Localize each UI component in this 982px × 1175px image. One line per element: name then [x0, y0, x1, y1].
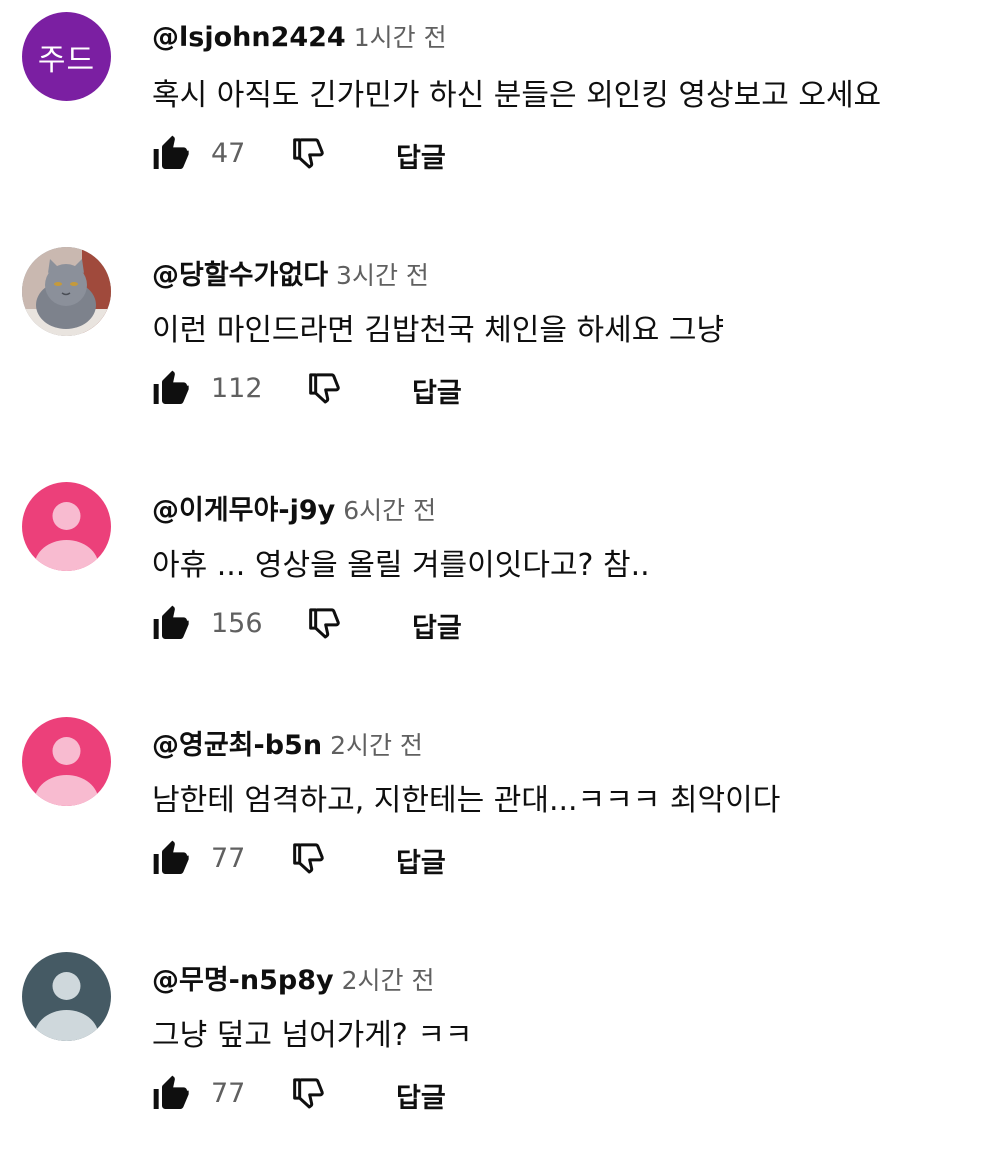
timestamp[interactable]: 2시간 전: [342, 961, 435, 997]
thumbs-down-icon: [293, 843, 324, 874]
reply-button[interactable]: 답글: [396, 136, 446, 175]
thumbs-down-icon: [293, 138, 324, 169]
dislike-button[interactable]: [304, 604, 344, 644]
author-name[interactable]: @무명-n5p8y: [152, 958, 334, 997]
comment: @영균최-b5n 2시간 전 남한테 엄격하고, 지한테는 관대...ㅋㅋㅋ 최…: [0, 705, 982, 940]
timestamp[interactable]: 6시간 전: [343, 491, 436, 527]
like-button[interactable]: [152, 839, 192, 879]
comment: 주드 @lsjohn2424 1시간 전 혹시 아직도 긴가민가 하신 분들은 …: [0, 0, 982, 235]
avatar[interactable]: [22, 952, 111, 1041]
comment-text: 그냥 덮고 넘어가게? ㅋㅋ: [152, 1018, 473, 1053]
reply-button[interactable]: 답글: [412, 371, 462, 410]
dislike-button[interactable]: [288, 134, 328, 174]
avatar[interactable]: [22, 717, 111, 806]
reply-button[interactable]: 답글: [412, 606, 462, 645]
dislike-button[interactable]: [288, 1074, 328, 1114]
timestamp[interactable]: 3시간 전: [336, 256, 429, 292]
timestamp[interactable]: 1시간 전: [354, 18, 447, 54]
thumbs-up-icon: [153, 1075, 189, 1109]
comment-header: @당할수가없다 3시간 전: [152, 253, 429, 293]
author-name[interactable]: @이게무야-j9y: [152, 488, 335, 527]
thumbs-down-icon: [309, 373, 340, 404]
comment: @무명-n5p8y 2시간 전 그냥 덮고 넘어가게? ㅋㅋ 77 답글: [0, 940, 982, 1175]
thumbs-up-icon: [153, 605, 189, 639]
comment-text: 혹시 아직도 긴가민가 하신 분들은 외인킹 영상보고 오세요: [152, 78, 882, 113]
thumbs-up-icon: [153, 135, 189, 169]
comment-header: @무명-n5p8y 2시간 전: [152, 958, 434, 998]
default-user-icon: [34, 737, 99, 806]
comment: @당할수가없다 3시간 전 이런 마인드라면 김밥천국 체인을 하세요 그냥 1…: [0, 235, 982, 470]
thumbs-down-icon: [293, 1078, 324, 1109]
like-count: 47: [211, 138, 246, 169]
dislike-button[interactable]: [304, 369, 344, 409]
comment-header: @lsjohn2424 1시간 전: [152, 18, 447, 58]
thumbs-down-icon: [309, 608, 340, 639]
dislike-button[interactable]: [288, 839, 328, 879]
like-button[interactable]: [152, 369, 192, 409]
comment-header: @이게무야-j9y 6시간 전: [152, 488, 436, 528]
like-count: 77: [211, 843, 246, 874]
like-button[interactable]: [152, 604, 192, 644]
comment-text: 남한테 엄격하고, 지한테는 관대...ㅋㅋㅋ 최악이다: [152, 783, 781, 818]
author-name[interactable]: @lsjohn2424: [152, 22, 346, 53]
comment-text: 이런 마인드라면 김밥천국 체인을 하세요 그냥: [152, 313, 725, 348]
comment-header: @영균최-b5n 2시간 전: [152, 723, 423, 763]
comment: @이게무야-j9y 6시간 전 아휴 ... 영상을 올릴 겨를이잇다고? 참.…: [0, 470, 982, 705]
like-count: 156: [211, 608, 263, 639]
thumbs-up-icon: [153, 370, 189, 404]
default-user-icon: [34, 502, 99, 571]
comment-text: 아휴 ... 영상을 올릴 겨를이잇다고? 참..: [152, 548, 650, 583]
like-count: 112: [211, 373, 263, 404]
reply-button[interactable]: 답글: [396, 841, 446, 880]
thumbs-up-icon: [153, 840, 189, 874]
like-button[interactable]: [152, 1074, 192, 1114]
avatar[interactable]: [22, 482, 111, 571]
like-button[interactable]: [152, 134, 192, 174]
cat-photo-icon: [22, 247, 111, 336]
avatar[interactable]: [22, 247, 111, 336]
avatar[interactable]: 주드: [22, 12, 111, 101]
author-name[interactable]: @영균최-b5n: [152, 723, 322, 762]
default-user-icon: [34, 972, 99, 1041]
reply-button[interactable]: 답글: [396, 1076, 446, 1115]
author-name[interactable]: @당할수가없다: [152, 253, 328, 292]
timestamp[interactable]: 2시간 전: [330, 726, 423, 762]
like-count: 77: [211, 1078, 246, 1109]
